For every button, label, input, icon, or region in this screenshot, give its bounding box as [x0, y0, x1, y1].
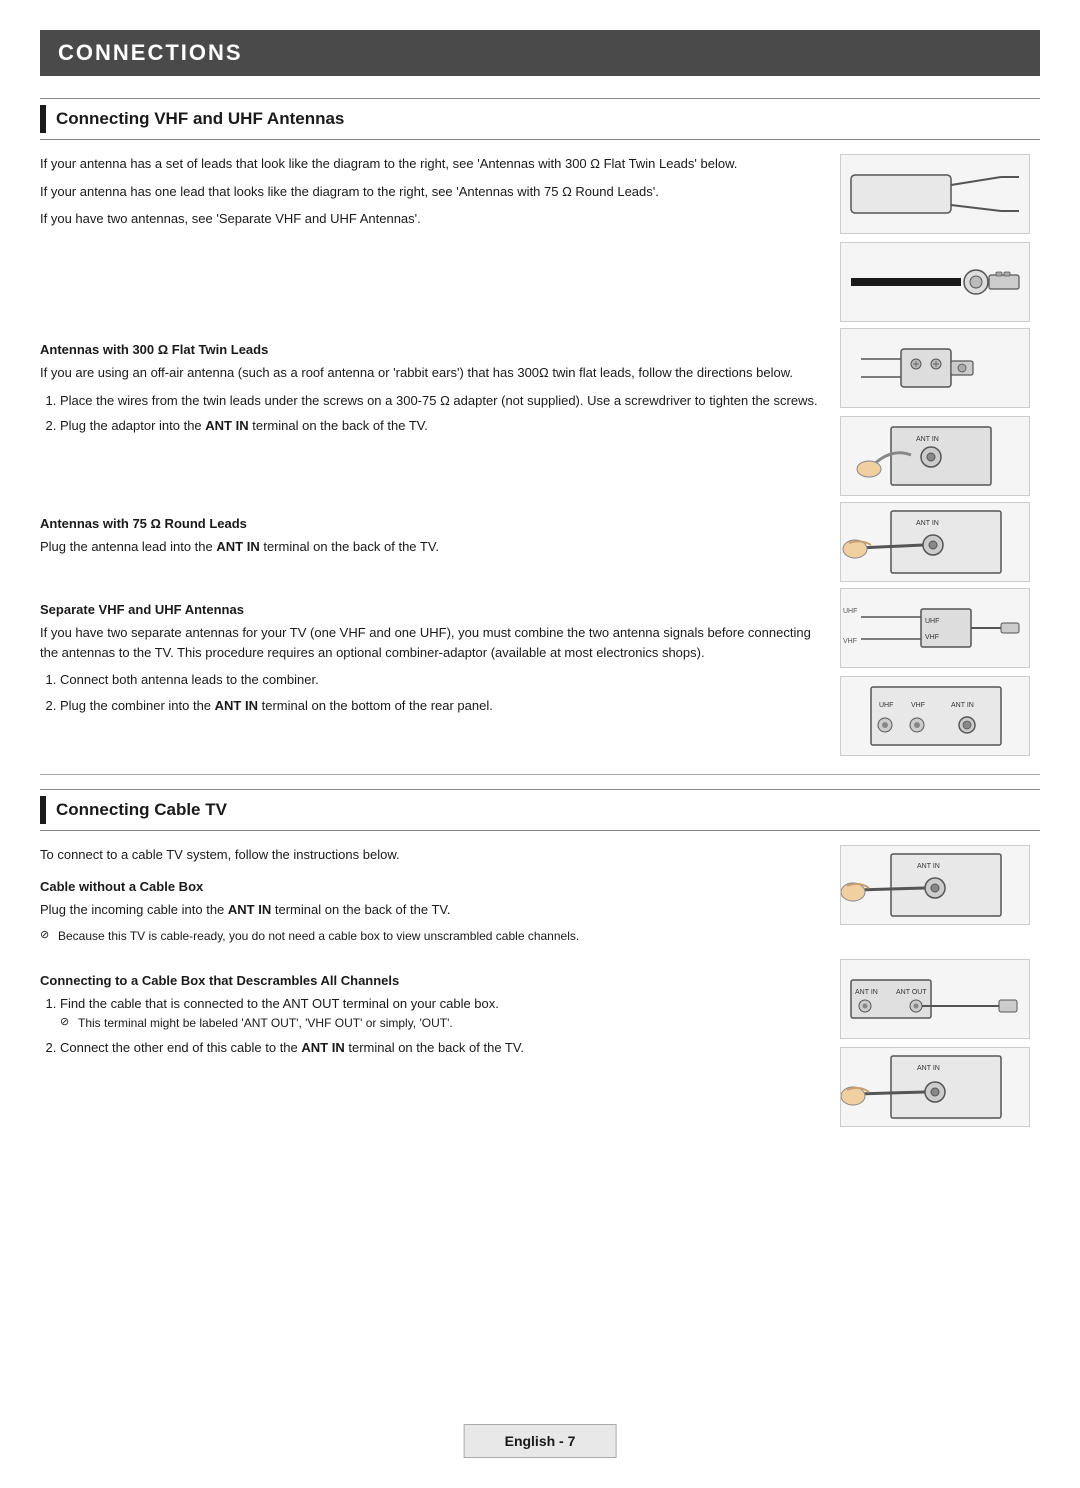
svg-text:ANT IN: ANT IN [917, 863, 940, 870]
svg-text:VHF: VHF [925, 634, 939, 641]
sub3-title: Separate VHF and UHF Antennas [40, 602, 824, 617]
svg-text:ANT IN: ANT IN [916, 520, 939, 527]
img-cable-box-ant-out: ANT IN ANT OUT [840, 959, 1030, 1039]
section1-intro1: If your antenna has a set of leads that … [40, 154, 824, 174]
sub1-body: If you are using an off-air antenna (suc… [40, 363, 824, 383]
sub1-step1: Place the wires from the twin leads unde… [60, 391, 824, 411]
svg-text:UHF: UHF [879, 702, 893, 709]
svg-text:ANT IN: ANT IN [917, 1065, 940, 1072]
sub3-step2: Plug the combiner into the ANT IN termin… [60, 696, 824, 716]
page-title: CONNECTIONS [40, 30, 1040, 76]
img-ant-in-1: ANT IN [840, 416, 1030, 496]
svg-text:ANT IN: ANT IN [916, 436, 939, 443]
sub2-body: Plug the antenna lead into the ANT IN te… [40, 537, 824, 557]
sub3-body: If you have two separate antennas for yo… [40, 623, 824, 662]
cable-box-title: Connecting to a Cable Box that Descrambl… [40, 973, 824, 988]
cable-no-box-step1: Plug the incoming cable into the ANT IN … [40, 900, 824, 920]
img-round-lead [840, 242, 1030, 322]
cable-no-box-title: Cable without a Cable Box [40, 879, 824, 894]
sub1-step2: Plug the adaptor into the ANT IN termina… [60, 416, 824, 436]
svg-text:ANT IN: ANT IN [951, 702, 974, 709]
section-bar-2 [40, 796, 46, 824]
section-divider [40, 774, 1040, 775]
svg-text:UHF: UHF [843, 608, 857, 615]
img-ant-in-2: ANT IN [840, 502, 1030, 582]
img-300-75-adapter [840, 328, 1030, 408]
section2-intro: To connect to a cable TV system, follow … [40, 845, 824, 865]
img-cable-no-box: ANT IN [840, 845, 1030, 925]
svg-text:VHF: VHF [911, 702, 925, 709]
img-combiner: UHF VHF UHF VHF [840, 588, 1030, 668]
cable-box-step1-note: This terminal might be labeled 'ANT OUT'… [60, 1014, 824, 1032]
sub1-title: Antennas with 300 Ω Flat Twin Leads [40, 342, 824, 357]
section1-intro3: If you have two antennas, see 'Separate … [40, 209, 824, 229]
sub3-step1: Connect both antenna leads to the combin… [60, 670, 824, 690]
sub2-title: Antennas with 75 Ω Round Leads [40, 516, 824, 531]
svg-text:ANT OUT: ANT OUT [896, 989, 927, 996]
section2-heading: Connecting Cable TV [40, 789, 1040, 831]
cable-no-box-note: Because this TV is cable-ready, you do n… [40, 927, 824, 945]
section-bar [40, 105, 46, 133]
svg-text:ANT IN: ANT IN [855, 989, 878, 996]
img-flat-twin-leads [840, 154, 1030, 234]
footer-language-page: English - 7 [464, 1424, 617, 1458]
section1-intro2: If your antenna has one lead that looks … [40, 182, 824, 202]
section1-heading: Connecting VHF and UHF Antennas [40, 98, 1040, 140]
cable-box-step1: Find the cable that is connected to the … [60, 994, 824, 1032]
img-ant-in-bottom: UHF VHF ANT IN [840, 676, 1030, 756]
svg-text:UHF: UHF [925, 618, 939, 625]
img-cable-box-tv-ant-in: ANT IN [840, 1047, 1030, 1127]
svg-text:VHF: VHF [843, 638, 857, 645]
cable-box-step2: Connect the other end of this cable to t… [60, 1038, 824, 1058]
